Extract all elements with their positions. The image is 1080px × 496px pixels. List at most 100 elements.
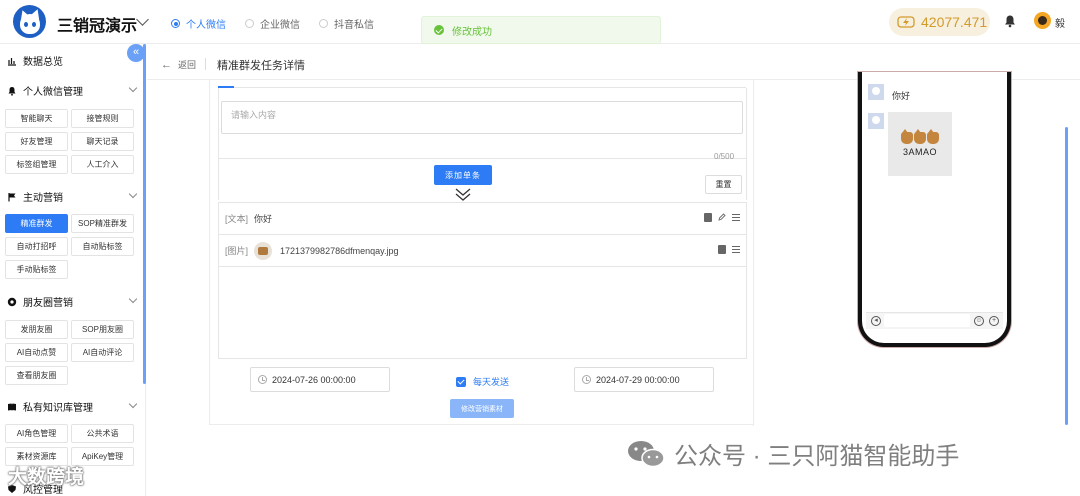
- success-toast: 修改成功: [421, 16, 661, 44]
- sidebar-item-takeover-rules[interactable]: 接管规则: [71, 109, 134, 128]
- back-label: 返回: [178, 60, 197, 70]
- sidebar-section-active-marketing[interactable]: 主动营销: [7, 189, 63, 204]
- emoji-icon[interactable]: ☺: [974, 316, 984, 326]
- sidebar-item-smart-chat[interactable]: 智能聊天: [5, 109, 68, 128]
- sidebar-item-view-moments[interactable]: 查看朋友圈: [5, 366, 68, 385]
- chat-input-field[interactable]: [884, 314, 970, 327]
- success-icon: [434, 25, 444, 35]
- radio-icon: [319, 19, 328, 28]
- balance-badge[interactable]: 42077.471: [889, 8, 990, 36]
- reset-button[interactable]: 重置: [705, 175, 742, 194]
- content-scrollbar[interactable]: [1065, 127, 1068, 425]
- end-date-value: 2024-07-29 00:00:00: [596, 374, 680, 385]
- sidebar-item-manual-tag[interactable]: 手动贴标签: [5, 260, 68, 279]
- modify-material-button[interactable]: 修改营销素材: [450, 399, 514, 418]
- tab-label: 个人微信: [186, 20, 226, 31]
- back-button[interactable]: ← 返回: [161, 58, 196, 71]
- sidebar-item-manual-intervention[interactable]: 人工介入: [71, 155, 134, 174]
- content-input[interactable]: 请输入内容: [221, 101, 743, 134]
- wechat-icon: [628, 440, 665, 467]
- chevron-down-icon[interactable]: [128, 83, 138, 93]
- sidebar-label: 数据总览: [23, 57, 63, 68]
- image-thumbnail: [254, 241, 273, 260]
- end-date-picker[interactable]: 2024-07-29 00:00:00: [574, 367, 714, 392]
- divider: [218, 158, 747, 159]
- cat-logo-icon: [901, 128, 939, 144]
- message-content: 1721379982786dfmenqay.jpg: [280, 245, 399, 256]
- char-counter: 0/500: [714, 152, 735, 161]
- chevron-down-icon[interactable]: [136, 13, 149, 26]
- aperture-icon: [7, 297, 17, 306]
- arrow-left-icon: ←: [161, 58, 172, 71]
- divider: [753, 80, 754, 426]
- sidebar-item-sop-broadcast[interactable]: SOP精准群发: [71, 214, 134, 233]
- app-logo[interactable]: [13, 5, 46, 38]
- sidebar-item-friends[interactable]: 好友管理: [5, 132, 68, 151]
- sidebar-item-auto-tag[interactable]: 自动贴标签: [71, 237, 134, 256]
- sidebar-item-common-terms[interactable]: 公共术语: [71, 424, 134, 443]
- sidebar-item-tag-groups[interactable]: 标签组管理: [5, 155, 68, 174]
- chat-message-image: 3AMAO: [888, 112, 952, 176]
- watermark-text: 公众号 · 三只阿猫智能助手: [674, 443, 960, 470]
- trash-icon[interactable]: [704, 213, 712, 222]
- tab-enterprise-wechat[interactable]: 企业微信: [245, 16, 300, 31]
- avatar: [868, 113, 884, 129]
- sidebar-item-overview[interactable]: 数据总览: [7, 53, 63, 68]
- sidebar-item-sop-moments[interactable]: SOP朋友圈: [71, 320, 134, 339]
- sidebar-item-post-moment[interactable]: 发朋友圈: [5, 320, 68, 339]
- daily-send-checkbox[interactable]: 每天发送: [456, 375, 509, 388]
- daily-send-label: 每天发送: [473, 377, 510, 387]
- sidebar-scrollbar[interactable]: [143, 44, 146, 384]
- chevron-down-icon[interactable]: [128, 399, 138, 409]
- lightning-icon: [897, 16, 915, 28]
- divider: [205, 58, 206, 70]
- sidebar-item-precise-broadcast[interactable]: 精准群发: [5, 214, 68, 233]
- tab-label: 抖音私信: [334, 20, 374, 31]
- sidebar-section-knowledge-base[interactable]: 私有知识库管理: [7, 399, 93, 414]
- pencil-icon[interactable]: [718, 213, 726, 221]
- sidebar-section-label: 个人微信管理: [23, 87, 83, 98]
- avatar: [868, 84, 884, 100]
- bar-chart-icon: [8, 57, 16, 66]
- tab-douyin-dm[interactable]: 抖音私信: [319, 16, 374, 31]
- plus-icon[interactable]: +: [989, 316, 999, 326]
- sidebar-section-label: 主动营销: [23, 193, 63, 204]
- message-list: [文本] 你好 [图片] 1721379982786dfmenqay.jpg: [218, 202, 747, 359]
- voice-icon[interactable]: ◂: [871, 316, 881, 326]
- sidebar-item-auto-greet[interactable]: 自动打招呼: [5, 237, 68, 256]
- radio-icon: [171, 19, 180, 28]
- sidebar-section-moments[interactable]: 朋友圈营销: [7, 294, 73, 309]
- drag-handle-icon[interactable]: [732, 245, 740, 254]
- message-type-tag: [图片]: [225, 246, 249, 256]
- image-brand-text: 3AMAO: [902, 146, 937, 157]
- list-item[interactable]: [文本] 你好: [219, 203, 746, 235]
- message-content: 你好: [254, 214, 273, 224]
- double-chevron-down-icon[interactable]: [454, 186, 472, 202]
- add-single-button[interactable]: 添加单条: [434, 165, 492, 185]
- sidebar-item-chat-history[interactable]: 聊天记录: [71, 132, 134, 151]
- bell-icon[interactable]: [1003, 14, 1017, 28]
- chevron-down-icon[interactable]: [128, 294, 138, 304]
- book-icon: [8, 403, 16, 411]
- watermark-text-left: 大数跨境: [8, 467, 85, 488]
- channel-tabs: 个人微信 企业微信 抖音私信: [171, 16, 393, 31]
- user-name[interactable]: 毅: [1055, 15, 1065, 30]
- sidebar-item-ai-comment[interactable]: AI自动评论: [71, 343, 134, 362]
- editor-tab-indicator[interactable]: [218, 86, 234, 88]
- avatar[interactable]: [1034, 12, 1051, 29]
- start-date-picker[interactable]: 2024-07-26 00:00:00: [250, 367, 390, 392]
- list-item[interactable]: [图片] 1721379982786dfmenqay.jpg: [219, 235, 746, 267]
- sidebar-item-ai-roles[interactable]: AI角色管理: [5, 424, 68, 443]
- tab-label: 企业微信: [260, 20, 300, 31]
- chevron-down-icon[interactable]: [128, 189, 138, 199]
- trash-icon[interactable]: [718, 245, 726, 254]
- bell-icon: [8, 86, 16, 96]
- clock-icon: [258, 375, 267, 384]
- balance-value: 42077.471: [921, 14, 988, 30]
- app-name[interactable]: 三销冠演示: [57, 12, 137, 36]
- tab-personal-wechat[interactable]: 个人微信: [171, 16, 226, 31]
- sidebar-item-ai-like[interactable]: AI自动点赞: [5, 343, 68, 362]
- sidebar-section-personal-wechat[interactable]: 个人微信管理: [7, 83, 83, 98]
- page-title: 精准群发任务详情: [217, 60, 305, 72]
- drag-handle-icon[interactable]: [732, 213, 740, 222]
